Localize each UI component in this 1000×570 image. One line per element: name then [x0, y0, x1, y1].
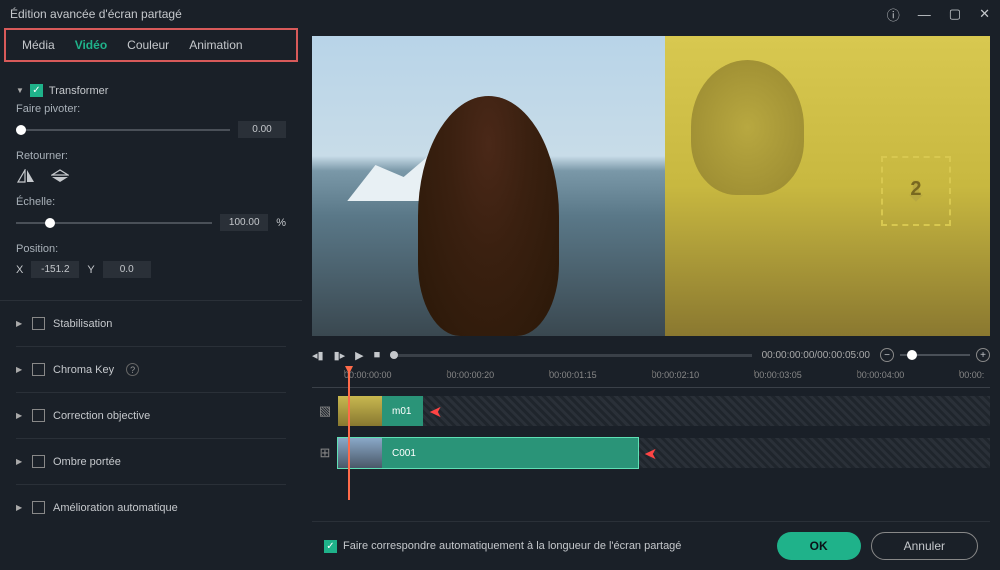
flip-horizontal-icon[interactable]: [16, 168, 36, 184]
preview-right-video: 2 ⬇: [665, 36, 990, 336]
chevron-down-icon: ▼: [16, 86, 24, 95]
transform-checkbox[interactable]: ✓: [30, 84, 43, 97]
preview-left-video: [312, 36, 665, 336]
clip-c001[interactable]: C001: [338, 438, 638, 468]
close-icon[interactable]: ✕: [979, 6, 990, 22]
track-2-content[interactable]: C001 ➤: [338, 438, 990, 468]
flip-label: Retourner:: [16, 150, 286, 162]
ruler-tick: 00:00:00:00: [344, 370, 447, 387]
ruler-tick: 00:00:00:20: [447, 370, 550, 387]
scale-unit: %: [276, 217, 286, 229]
x-label: X: [16, 264, 23, 276]
stabilisation-label: Stabilisation: [53, 318, 112, 330]
window-title: Édition avancée d'écran partagé: [10, 7, 887, 21]
right-pane: 2 ⬇ ◂▮ ▮▸ ▶ ■ 00:00:00:00/00:00:05:00 − …: [302, 28, 1000, 570]
chroma-label: Chroma Key: [53, 364, 114, 376]
placeholder-number: 2: [910, 178, 921, 201]
ombre-item[interactable]: ▶ Ombre portée: [16, 447, 286, 476]
download-placeholder[interactable]: 2 ⬇: [881, 156, 951, 226]
transform-header[interactable]: ▼ ✓ Transformer: [16, 78, 286, 103]
video-track-icon[interactable]: ⊞: [312, 445, 338, 461]
chroma-checkbox[interactable]: [32, 363, 45, 376]
annotation-arrow-icon: ➤: [644, 444, 657, 464]
clip-label: m01: [382, 406, 421, 417]
tab-video[interactable]: Vidéo: [65, 34, 117, 56]
help-icon[interactable]: ?: [126, 363, 139, 376]
prev-frame-icon[interactable]: ◂▮: [312, 349, 324, 362]
titlebar-controls: ⓘ ― ▢ ✕: [887, 5, 990, 24]
ok-button[interactable]: OK: [777, 532, 861, 560]
tab-animation[interactable]: Animation: [179, 34, 252, 56]
tab-media[interactable]: Média: [12, 34, 65, 56]
zoom-in-icon[interactable]: +: [976, 348, 990, 362]
auto-match-label: Faire correspondre automatiquement à la …: [343, 540, 681, 552]
auto-match-checkbox[interactable]: ✓: [324, 540, 337, 553]
clip-m01[interactable]: m01: [338, 396, 423, 426]
titlebar: Édition avancée d'écran partagé ⓘ ― ▢ ✕: [0, 0, 1000, 28]
chevron-right-icon: ▶: [16, 503, 24, 512]
player-controls: ◂▮ ▮▸ ▶ ■ 00:00:00:00/00:00:05:00 − +: [312, 344, 990, 366]
ruler-tick: 00:00:03:05: [754, 370, 857, 387]
minimize-icon[interactable]: ―: [918, 7, 931, 22]
track-1-content[interactable]: m01 ➤: [338, 396, 990, 426]
annotation-arrow-icon: ➤: [429, 402, 442, 422]
clip-label: C001: [382, 448, 426, 459]
ombre-checkbox[interactable]: [32, 455, 45, 468]
ruler-tick: 00:00:02:10: [652, 370, 755, 387]
chevron-right-icon: ▶: [16, 457, 24, 466]
track-1: ▧ m01 ➤: [312, 392, 990, 430]
stabilisation-checkbox[interactable]: [32, 317, 45, 330]
scale-label: Échelle:: [16, 196, 286, 208]
ruler-tick: 00:00:: [959, 370, 990, 387]
stabilisation-item[interactable]: ▶ Stabilisation: [16, 309, 286, 338]
amelioration-checkbox[interactable]: [32, 501, 45, 514]
chevron-right-icon: ▶: [16, 411, 24, 420]
help-icon[interactable]: ⓘ: [887, 5, 900, 24]
footer: ✓ Faire correspondre automatiquement à l…: [312, 521, 990, 570]
rotate-value[interactable]: 0.00: [238, 121, 286, 138]
y-label: Y: [87, 264, 94, 276]
ombre-label: Ombre portée: [53, 456, 121, 468]
transform-label: Transformer: [49, 85, 109, 97]
timecode: 00:00:00:00/00:00:05:00: [762, 350, 870, 361]
timeline: 00:00:00:00 00:00:00:20 00:00:01:15 00:0…: [312, 370, 990, 476]
correction-label: Correction objective: [53, 410, 150, 422]
stop-icon[interactable]: ■: [374, 349, 381, 361]
sidebar: Média Vidéo Couleur Animation ▼ ✓ Transf…: [0, 28, 302, 570]
ruler-tick: 00:00:04:00: [857, 370, 960, 387]
clip-thumbnail: [338, 438, 382, 468]
play-icon[interactable]: ▶: [355, 349, 363, 362]
chevron-right-icon: ▶: [16, 319, 24, 328]
seek-bar[interactable]: [390, 354, 751, 357]
correction-checkbox[interactable]: [32, 409, 45, 422]
rotate-slider[interactable]: [16, 129, 230, 131]
rotate-label: Faire pivoter:: [16, 103, 286, 115]
chroma-item[interactable]: ▶ Chroma Key ?: [16, 355, 286, 384]
playhead[interactable]: [348, 370, 350, 500]
tab-color[interactable]: Couleur: [117, 34, 179, 56]
zoom-slider[interactable]: [900, 354, 970, 356]
track-2: ⊞ C001 ➤: [312, 434, 990, 472]
chevron-right-icon: ▶: [16, 365, 24, 374]
scale-value[interactable]: 100.00: [220, 214, 268, 231]
y-value[interactable]: 0.0: [103, 261, 151, 278]
scale-slider[interactable]: [16, 222, 212, 224]
maximize-icon[interactable]: ▢: [949, 6, 961, 22]
ruler-tick: 00:00:01:15: [549, 370, 652, 387]
preview: 2 ⬇: [312, 36, 990, 336]
amelioration-label: Amélioration automatique: [53, 502, 178, 514]
timeline-ruler[interactable]: 00:00:00:00 00:00:00:20 00:00:01:15 00:0…: [312, 370, 990, 388]
cancel-button[interactable]: Annuler: [871, 532, 978, 560]
zoom-out-icon[interactable]: −: [880, 348, 894, 362]
next-frame-icon[interactable]: ▮▸: [334, 349, 346, 362]
amelioration-item[interactable]: ▶ Amélioration automatique: [16, 493, 286, 522]
clip-thumbnail: [338, 396, 382, 426]
x-value[interactable]: -151.2: [31, 261, 79, 278]
tabs: Média Vidéo Couleur Animation: [4, 28, 298, 62]
picture-track-icon[interactable]: ▧: [312, 403, 338, 419]
position-label: Position:: [16, 243, 286, 255]
flip-vertical-icon[interactable]: [50, 168, 70, 184]
correction-item[interactable]: ▶ Correction objective: [16, 401, 286, 430]
